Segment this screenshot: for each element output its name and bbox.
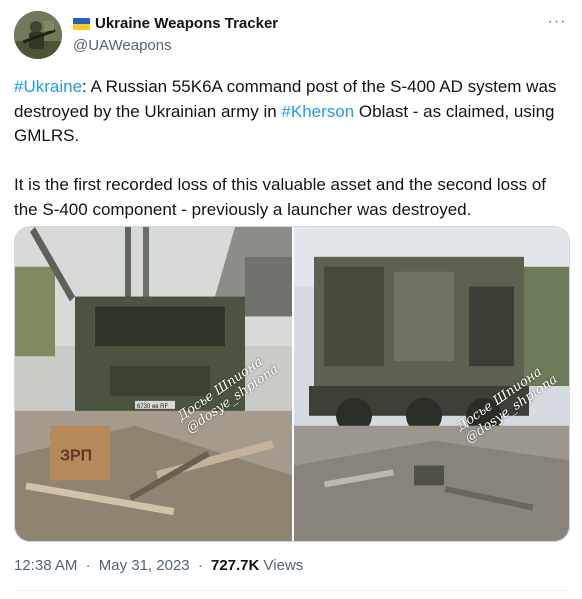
hashtag-ukraine-link[interactable]: #Ukraine <box>14 77 82 96</box>
avatar[interactable] <box>14 11 62 59</box>
author-display-name-row[interactable]: Ukraine Weapons Tracker <box>73 14 278 34</box>
divider <box>14 590 568 591</box>
views-count[interactable]: 727.7K <box>211 557 259 574</box>
tweet-media: 6730 ев RF ЗРП Досье Шпиона @dosye_shpio… <box>14 226 570 542</box>
media-photo-1[interactable]: 6730 ев RF ЗРП Досье Шпиона @dosye_shpio… <box>15 227 292 541</box>
tweet-text: #Ukraine: A Russian 55K6A command post o… <box>14 75 570 222</box>
meta-separator-2: · <box>197 557 203 574</box>
views-label: Views <box>263 557 304 574</box>
tweet-text-paragraph2: It is the first recorded loss of this va… <box>14 175 551 219</box>
ukraine-flag-icon <box>73 18 90 30</box>
plate-text: 6730 ев RF <box>137 404 168 410</box>
tweet-time[interactable]: 12:38 AM <box>14 557 77 574</box>
author-handle[interactable]: @UAWeapons <box>73 36 278 56</box>
tweet-header: Ukraine Weapons Tracker @UAWeapons ··· <box>14 11 568 61</box>
tweet-card: Ukraine Weapons Tracker @UAWeapons ··· #… <box>0 0 582 599</box>
author-names: Ukraine Weapons Tracker @UAWeapons <box>73 14 278 56</box>
author-display-name[interactable]: Ukraine Weapons Tracker <box>95 14 278 34</box>
hashtag-kherson-link[interactable]: #Kherson <box>281 102 354 121</box>
media-photo-2[interactable]: Досье Шпиона @dosye_shpiona <box>294 227 569 541</box>
tweet-meta: 12:38 AM · May 31, 2023 · 727.7K Views <box>14 556 303 576</box>
more-options-icon[interactable]: ··· <box>546 13 568 33</box>
meta-separator: · <box>85 557 91 574</box>
box-label: ЗРП <box>60 448 92 465</box>
tweet-date[interactable]: May 31, 2023 <box>99 557 190 574</box>
